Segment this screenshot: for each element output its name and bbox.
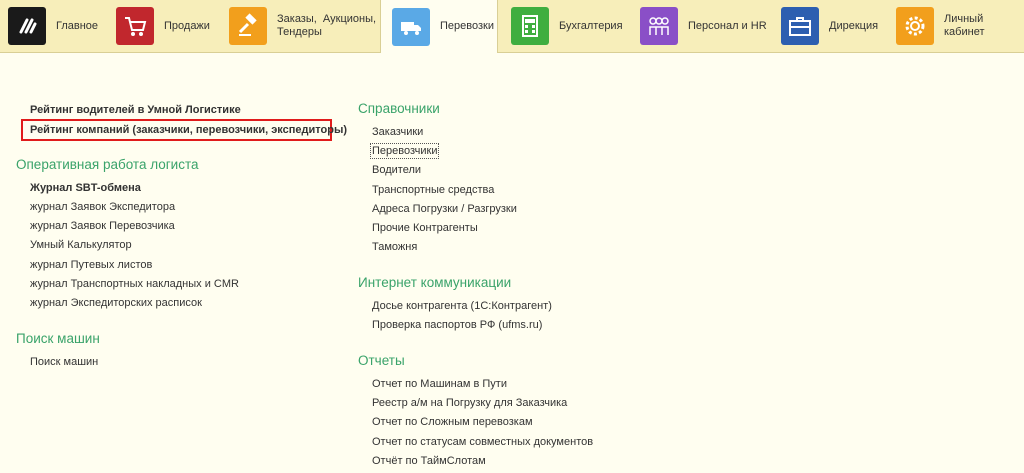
tab-direction[interactable]: Дирекция (781, 0, 891, 52)
drivers-rating-link[interactable]: Рейтинг водителей в Умной Логистике (30, 104, 241, 116)
tab-label: Перевозки (440, 20, 494, 32)
tab-label: Заказы, Аукционы, Тендеры (277, 13, 377, 38)
people-icon (640, 7, 678, 45)
menu-item[interactable]: Умный Калькулятор (30, 239, 132, 251)
menu-item[interactable]: журнал Путевых листов (30, 259, 152, 271)
gavel-icon (229, 7, 267, 45)
menu-item[interactable]: Заказчики (372, 126, 423, 138)
section-title: Справочники (358, 101, 440, 116)
menu-item[interactable]: Проверка паспортов РФ (ufms.ru) (372, 319, 542, 331)
briefcase-icon (781, 7, 819, 45)
menu-item[interactable]: журнал Заявок Перевозчика (30, 220, 175, 232)
menu-item[interactable]: Поиск машин (30, 356, 98, 368)
tab-orders[interactable]: Заказы, Аукционы, Тендеры (229, 0, 377, 52)
cart-icon (116, 7, 154, 45)
tab-label: Дирекция (829, 19, 879, 32)
section-title: Отчеты (358, 353, 405, 368)
section-title: Оперативная работа логиста (16, 157, 199, 172)
menu-item[interactable]: Отчет по Сложным перевозкам (372, 416, 533, 428)
gear-icon (896, 7, 934, 45)
menu-item[interactable]: Водители (372, 164, 421, 176)
tab-label: Главное (56, 19, 99, 32)
tab-personal-account[interactable]: Личный кабинет (896, 0, 1024, 52)
menu-item[interactable]: журнал Экспедиторских расписок (30, 297, 202, 309)
menu-item[interactable]: Отчет по статусам совместных документов (372, 436, 593, 448)
menu-item[interactable]: Транспортные средства (372, 184, 494, 196)
section-panel: Главное Продажи Заказы, Аукционы, Тендер… (0, 0, 1024, 53)
section-title: Поиск машин (16, 331, 100, 346)
menu-item[interactable]: Таможня (372, 241, 417, 253)
menu-item[interactable]: Адреса Погрузки / Разгрузки (372, 203, 517, 215)
menu-item[interactable]: Журнал SBT-обмена (30, 182, 141, 194)
menu-item[interactable]: Реестр а/м на Погрузку для Заказчика (372, 397, 567, 409)
tab-main[interactable]: Главное (8, 0, 108, 52)
tab-label: Персонал и HR (688, 19, 767, 32)
menu-item[interactable]: Перевозчики (369, 143, 440, 159)
section-title: Интернет коммуникации (358, 275, 512, 290)
tab-accounting[interactable]: Бухгалтерия (511, 0, 633, 52)
companies-rating-link[interactable]: Рейтинг компаний (заказчики, перевозчики… (30, 124, 347, 136)
calculator-icon (511, 7, 549, 45)
tab-label: Продажи (164, 19, 210, 32)
menu-item[interactable]: Отчёт по ТаймСлотам (372, 455, 486, 467)
menu-item[interactable]: Отчет по Машинам в Пути (372, 378, 507, 390)
menu-item[interactable]: журнал Транспортных накладных и CMR (30, 278, 239, 290)
logo-icon (8, 7, 46, 45)
tab-label: Личный кабинет (944, 13, 985, 38)
menu-item[interactable]: журнал Заявок Экспедитора (30, 201, 175, 213)
menu-item[interactable]: Досье контрагента (1С:Контрагент) (372, 300, 552, 312)
tab-hr[interactable]: Персонал и HR (640, 0, 775, 52)
tab-label: Бухгалтерия (559, 19, 623, 32)
tab-transport[interactable]: Перевозки (380, 0, 498, 53)
truck-icon (392, 7, 430, 46)
tab-sales[interactable]: Продажи (116, 0, 221, 52)
menu-item[interactable]: Прочие Контрагенты (372, 222, 478, 234)
